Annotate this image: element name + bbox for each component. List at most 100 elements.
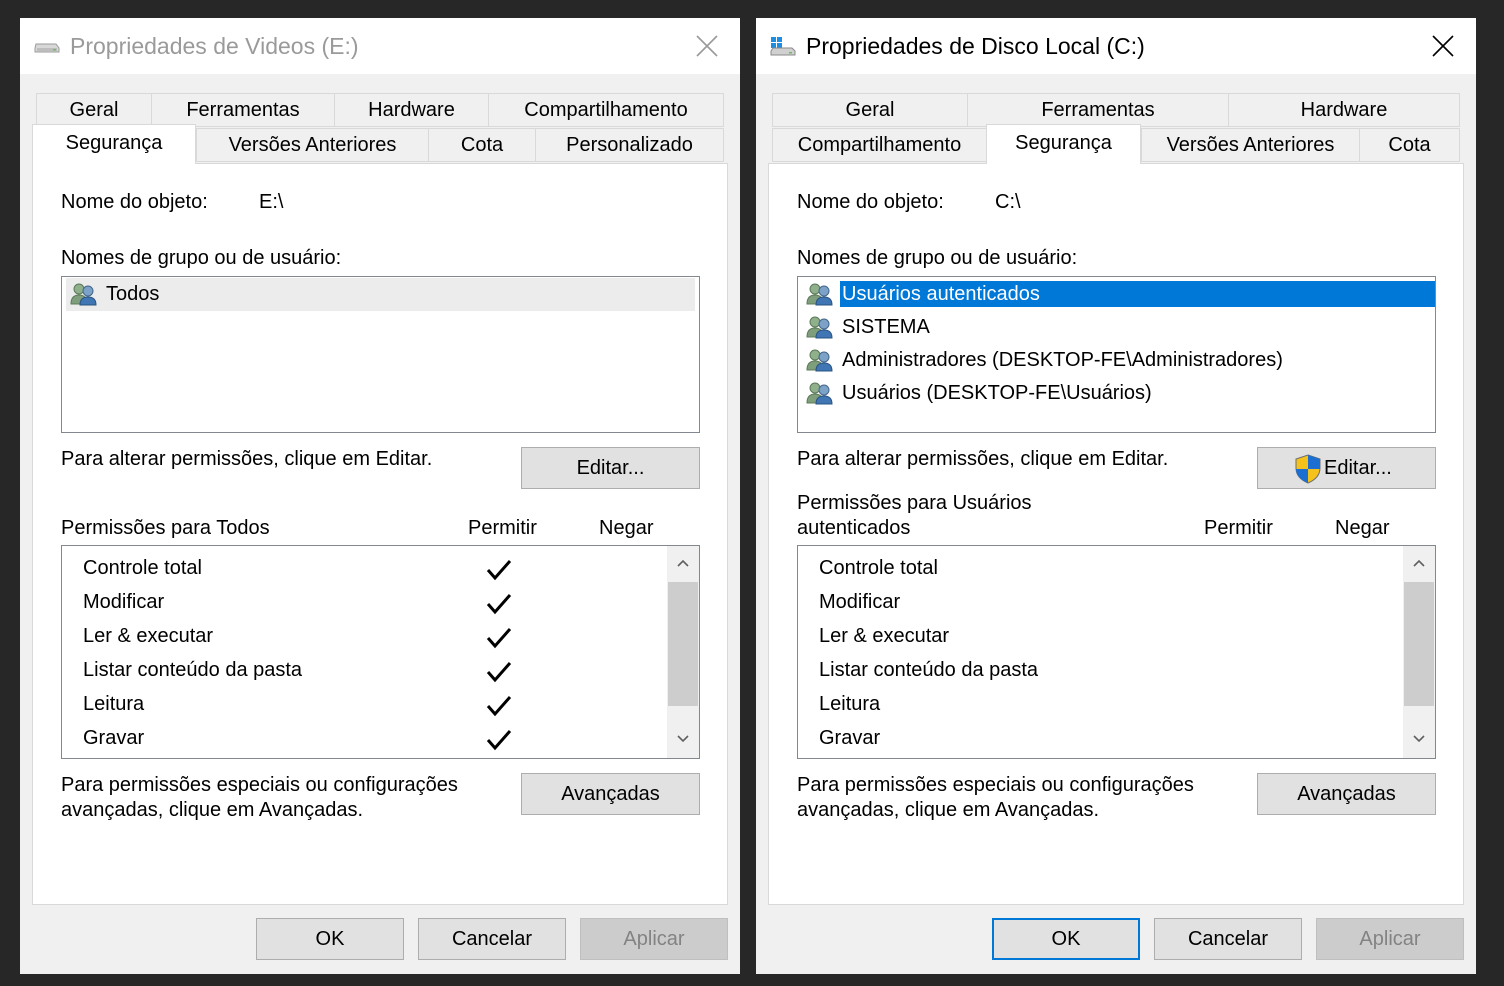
close-icon	[1432, 35, 1454, 57]
permissions-for-label-line1: Permissões para Usuários	[797, 492, 1032, 514]
scroll-thumb[interactable]	[1404, 582, 1434, 706]
advanced-button[interactable]: Avançadas	[1257, 773, 1436, 815]
groups-label: Nomes de grupo ou de usuário:	[797, 247, 1078, 269]
group-name: SISTEMA	[842, 316, 930, 338]
deny-column-header: Negar	[1335, 517, 1390, 539]
permission-name: Ler & executar	[819, 625, 950, 647]
scroll-up-button[interactable]	[1403, 546, 1435, 582]
ok-button[interactable]: OK	[992, 918, 1140, 960]
windows-drive-icon	[770, 37, 796, 56]
scroll-down-button[interactable]	[1403, 722, 1435, 758]
group-name: Todos	[106, 283, 160, 305]
permission-name: Controle total	[83, 557, 202, 579]
list-item[interactable]: Usuários (DESKTOP-FE\Usuários)	[802, 377, 1431, 410]
permission-name: Modificar	[83, 591, 165, 613]
vertical-scrollbar[interactable]	[1403, 546, 1435, 758]
list-item[interactable]: SISTEMA	[802, 311, 1431, 344]
tab-compartilhamento[interactable]: Compartilhamento	[488, 93, 724, 127]
security-panel: Nome do objeto: C:\ Nomes de grupo ou de…	[768, 163, 1464, 905]
permission-name: Gravar	[83, 727, 145, 749]
permission-name: Leitura	[83, 693, 145, 715]
tab-versoes-anteriores[interactable]: Versões Anteriores	[196, 128, 429, 162]
group-icon	[806, 382, 833, 405]
title-bar[interactable]: Propriedades de Disco Local (C:)	[756, 18, 1476, 74]
advanced-text-line2: avançadas, clique em Avançadas.	[61, 799, 364, 821]
close-button[interactable]	[1410, 18, 1476, 74]
group-icon	[806, 349, 833, 372]
group-name: Usuários (DESKTOP-FE\Usuários)	[842, 382, 1152, 404]
groups-list[interactable]: Todos	[61, 276, 700, 433]
advanced-button[interactable]: Avançadas	[521, 773, 700, 815]
cancel-button[interactable]: Cancelar	[1154, 918, 1302, 960]
advanced-text-line1: Para permissões especiais ou configuraçõ…	[797, 774, 1194, 796]
group-icon	[806, 316, 833, 339]
chevron-down-icon	[1413, 735, 1425, 743]
permissions-list[interactable]: Controle total Modificar Ler & executar …	[797, 545, 1436, 759]
list-item[interactable]: Administradores (DESKTOP-FE\Administrado…	[802, 344, 1431, 377]
groups-list[interactable]: Usuários autenticados SISTEMA Administrado…	[797, 276, 1436, 433]
tab-seguranca[interactable]: Segurança	[32, 124, 196, 164]
allow-column-header: Permitir	[468, 517, 537, 539]
edit-button-label: Editar...	[1324, 457, 1392, 479]
group-name: Administradores (DESKTOP-FE\Administrado…	[842, 349, 1283, 371]
tab-versoes-anteriores[interactable]: Versões Anteriores	[1141, 128, 1360, 162]
advanced-text-line2: avançadas, clique em Avançadas.	[797, 799, 1100, 821]
list-item[interactable]: Usuários autenticados	[802, 278, 1435, 311]
object-name-value: E:\	[259, 191, 284, 213]
right-properties-dialog: Propriedades de Disco Local (C:) Geral F…	[756, 18, 1476, 974]
tab-hardware[interactable]: Hardware	[334, 93, 489, 127]
tab-cota[interactable]: Cota	[428, 128, 536, 162]
allow-check-icon	[486, 696, 512, 717]
permissions-list[interactable]: Controle total Modificar Ler & executar …	[61, 545, 700, 759]
tab-personalizado[interactable]: Personalizado	[535, 128, 724, 162]
tab-geral[interactable]: Geral	[772, 93, 968, 127]
cancel-button[interactable]: Cancelar	[418, 918, 566, 960]
tab-seguranca[interactable]: Segurança	[986, 124, 1141, 164]
list-item[interactable]: Todos	[66, 278, 695, 311]
scroll-up-button[interactable]	[667, 546, 699, 582]
tab-ferramentas[interactable]: Ferramentas	[151, 93, 335, 127]
allow-column-header: Permitir	[1204, 517, 1273, 539]
window-title: Propriedades de Disco Local (C:)	[806, 33, 1145, 59]
group-name: Usuários autenticados	[840, 281, 1435, 307]
edit-button[interactable]: Editar...	[521, 447, 700, 489]
change-permissions-text: Para alterar permissões, clique em Edita…	[61, 448, 433, 470]
close-button[interactable]	[674, 18, 740, 74]
title-bar[interactable]: Propriedades de Videos (E:)	[20, 18, 740, 74]
permission-name: Ler & executar	[83, 625, 214, 647]
allow-check-icon	[486, 594, 512, 615]
close-icon	[696, 35, 718, 57]
permission-name: Gravar	[819, 727, 881, 749]
allow-check-icon	[486, 560, 512, 581]
tab-ferramentas[interactable]: Ferramentas	[967, 93, 1229, 127]
tab-hardware[interactable]: Hardware	[1228, 93, 1460, 127]
group-icon	[70, 283, 97, 306]
allow-check-icon	[486, 628, 512, 649]
apply-button[interactable]: Aplicar	[580, 918, 728, 960]
chevron-up-icon	[677, 559, 689, 567]
permission-name: Controle total	[819, 557, 938, 579]
tab-geral[interactable]: Geral	[36, 93, 152, 127]
advanced-text-line1: Para permissões especiais ou configuraçõ…	[61, 774, 458, 796]
permission-name: Leitura	[819, 693, 881, 715]
permissions-for-label-line2: autenticados	[797, 517, 911, 539]
vertical-scrollbar[interactable]	[667, 546, 699, 758]
uac-shield-icon	[1295, 454, 1321, 484]
scroll-thumb[interactable]	[668, 582, 698, 706]
tab-compartilhamento[interactable]: Compartilhamento	[772, 128, 987, 162]
permissions-for-label: Permissões para Todos	[61, 517, 270, 539]
tab-cota[interactable]: Cota	[1359, 128, 1460, 162]
change-permissions-text: Para alterar permissões, clique em Edita…	[797, 448, 1169, 470]
scroll-down-button[interactable]	[667, 722, 699, 758]
chevron-down-icon	[677, 735, 689, 743]
apply-button[interactable]: Aplicar	[1316, 918, 1464, 960]
allow-check-icon	[486, 662, 512, 683]
left-properties-dialog: Propriedades de Videos (E:) Geral Ferram…	[20, 18, 740, 974]
edit-button[interactable]: Editar...	[1257, 447, 1436, 489]
permission-name: Listar conteúdo da pasta	[83, 659, 303, 681]
permission-name: Modificar	[819, 591, 901, 613]
security-panel: Nome do objeto: E:\ Nomes de grupo ou de…	[32, 163, 728, 905]
ok-button[interactable]: OK	[256, 918, 404, 960]
object-name-value: C:\	[995, 191, 1021, 213]
chevron-up-icon	[1413, 559, 1425, 567]
